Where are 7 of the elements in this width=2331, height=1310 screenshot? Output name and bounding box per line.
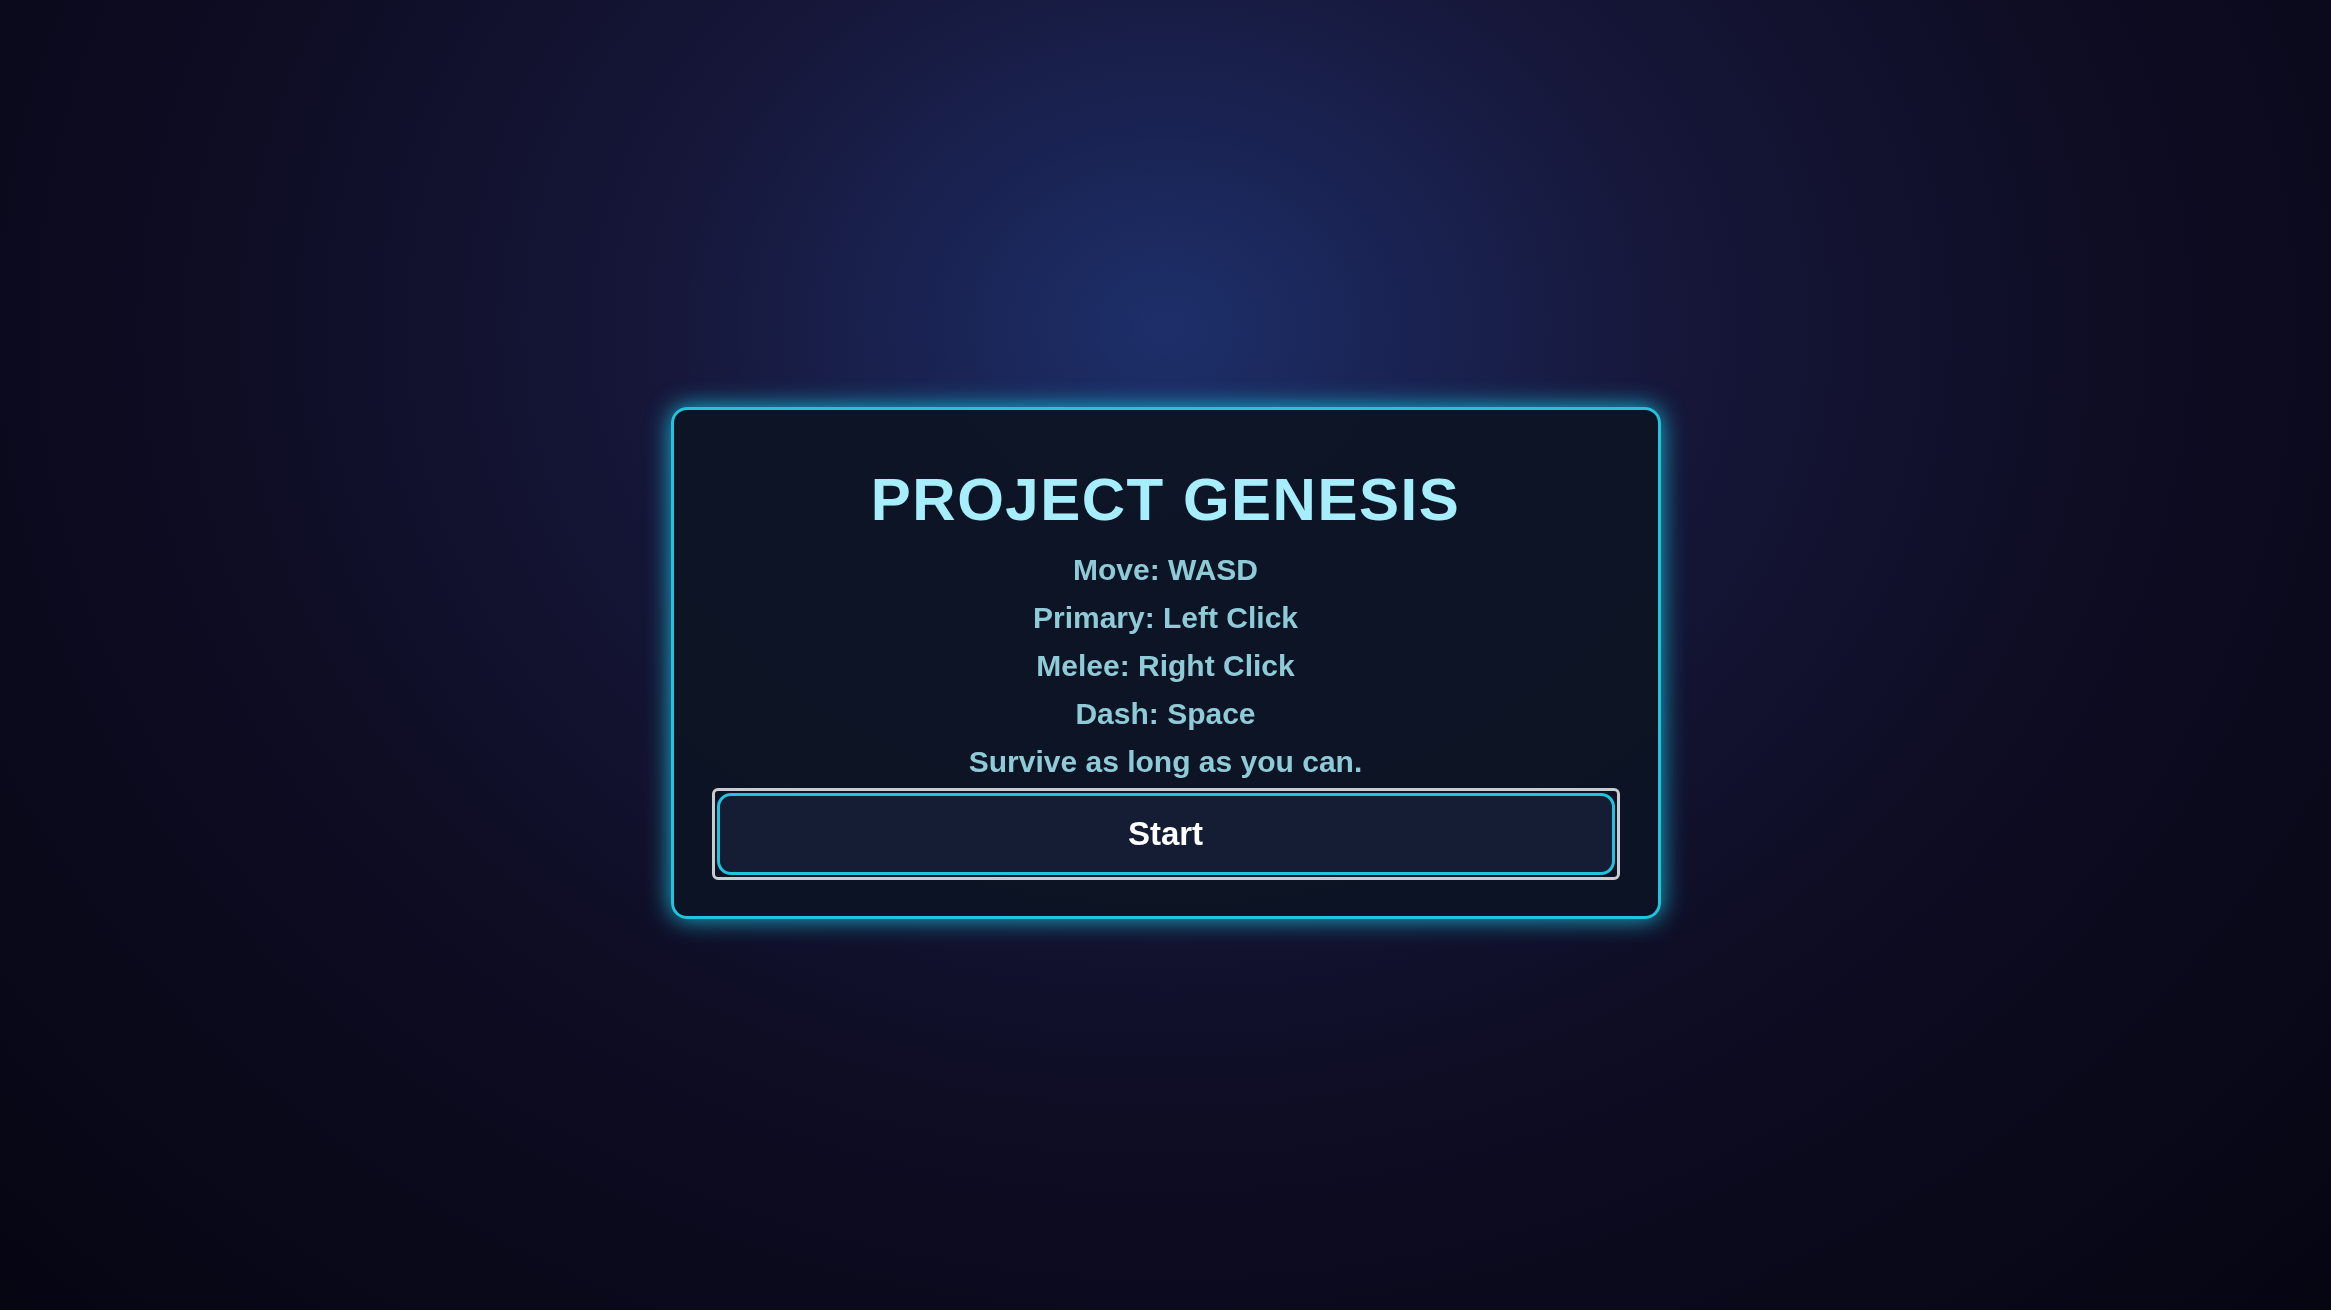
start-button[interactable]: Start [716, 793, 1615, 875]
instruction-text: Survive as long as you can. [968, 744, 1363, 780]
instruction-text: Dash: Space [1075, 696, 1256, 732]
instruction-text: Primary: Left Click [1032, 600, 1299, 636]
game-title: PROJECT GENESIS [870, 465, 1461, 535]
instruction-text: Melee: Right Click [1036, 648, 1295, 684]
instruction-text: Move: WASD [1073, 552, 1258, 588]
